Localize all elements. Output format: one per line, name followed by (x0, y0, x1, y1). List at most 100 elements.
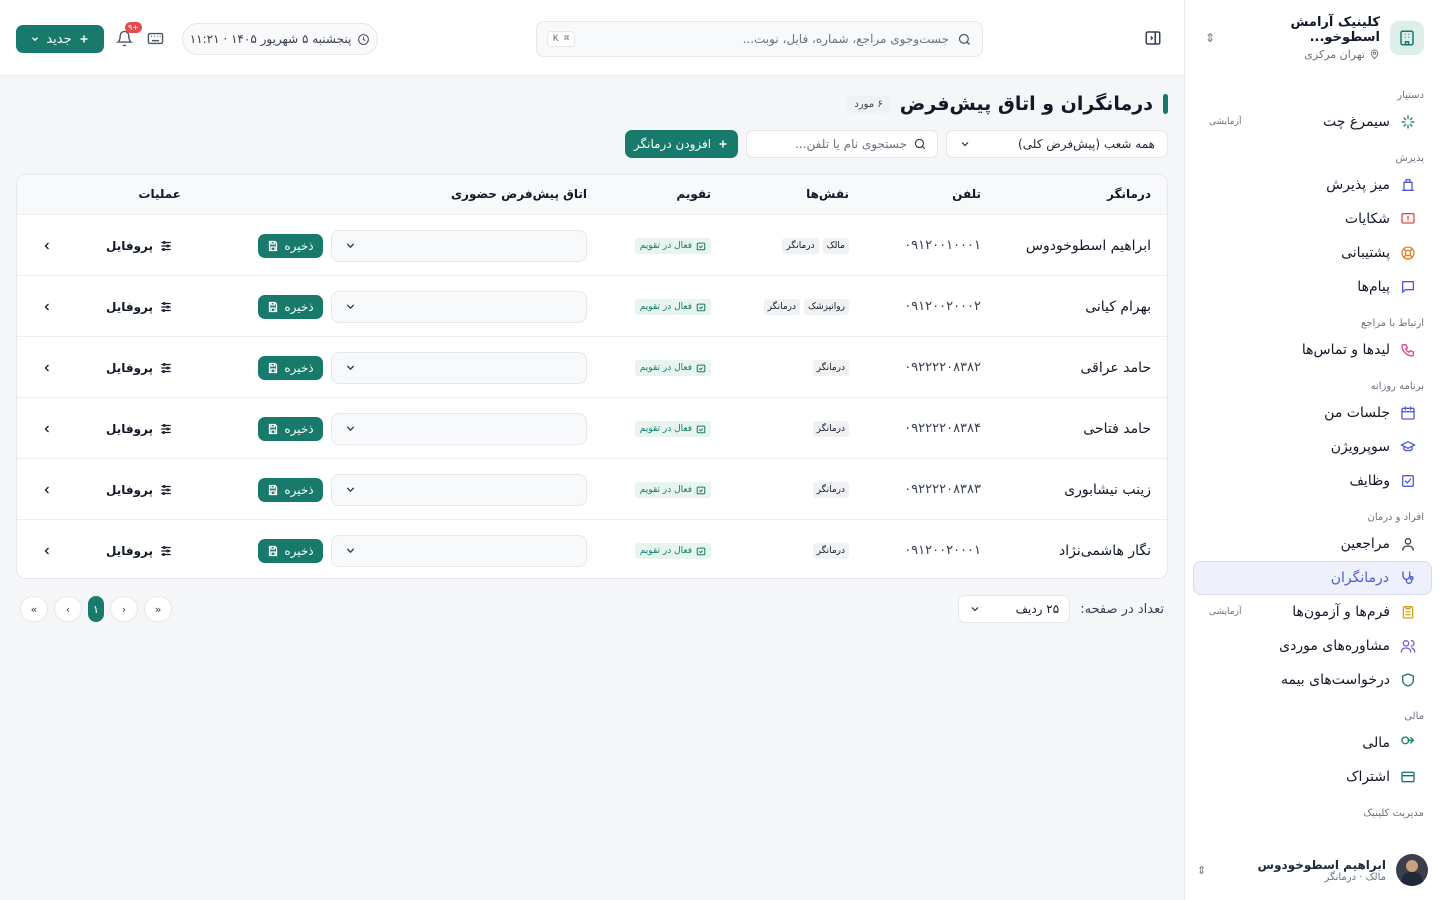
default-room-select[interactable] (331, 229, 587, 262)
calendar-cell: فعال در تقویم (634, 459, 711, 520)
save-button[interactable]: ذخیره (258, 477, 323, 502)
plus-icon (717, 138, 729, 150)
sidebar-item-tasks[interactable]: وظایف (1193, 464, 1432, 498)
default-room-select[interactable] (331, 412, 587, 445)
save-button[interactable]: ذخیره (258, 233, 323, 258)
next-page-button[interactable]: › (110, 596, 138, 622)
sidebar-item-supervision[interactable]: سوپرویژن (1193, 430, 1432, 464)
first-page-button[interactable]: « (20, 596, 48, 622)
therapist-search[interactable] (746, 130, 938, 158)
calendar-check-icon (696, 546, 706, 556)
row-expand-button[interactable] (41, 337, 53, 398)
sidebar-item-label: وظایف (1349, 473, 1390, 489)
global-search-input[interactable] (583, 32, 949, 46)
sidebar-item-sessions[interactable]: جلسات من (1193, 396, 1432, 430)
rows-per-page-select[interactable]: ۲۵ ردیف (958, 595, 1071, 623)
sidebar-item-subscription[interactable]: اشتراک (1193, 760, 1432, 794)
therapist-phone: ۰۹۲۲۲۲۰۸۳۸۳ (904, 482, 981, 497)
profile-link[interactable]: پروفایل (106, 398, 173, 459)
profile-link[interactable]: پروفایل (105, 520, 173, 578)
user-menu[interactable]: ابراهیم اسطوخودوس مالک · درمانگر ⇕ (1185, 852, 1440, 888)
therapist-phone: ۰۹۱۲۰۰۱۰۰۰۱ (904, 238, 981, 253)
checkbox-icon (1400, 473, 1416, 489)
save-label: ذخیره (284, 543, 314, 558)
branch-select[interactable]: همه شعب (پیش‌فرض کلی) (946, 130, 1168, 158)
profile-link[interactable]: پروفایل (106, 215, 173, 276)
sidebar-item-simorgh[interactable]: سیمرغ چت آزمایشی (1193, 105, 1432, 139)
chevron-down-icon (344, 239, 357, 252)
keyboard-shortcuts-button[interactable] (145, 28, 165, 48)
therapist-search-input[interactable] (757, 137, 907, 151)
notifications-button[interactable]: ۹+ (114, 22, 142, 48)
profile-link[interactable]: پروفایل (106, 276, 173, 337)
keyboard-icon (147, 30, 164, 47)
row-expand-button[interactable] (41, 276, 53, 337)
row-expand-button[interactable] (41, 459, 53, 520)
current-page[interactable]: ۱ (88, 596, 104, 622)
profile-link[interactable]: پروفایل (106, 337, 173, 398)
chevron-down-icon (344, 422, 357, 435)
sidebar-item-label: سوپرویژن (1330, 439, 1390, 455)
global-search[interactable]: ⌘ K (536, 21, 983, 57)
avatar (1396, 854, 1428, 886)
stethoscope-icon (1399, 570, 1415, 586)
calendar-status-badge: فعال در تقویم (634, 481, 711, 498)
sidebar-item-therapists[interactable]: درمانگران (1193, 561, 1432, 595)
save-button[interactable]: ذخیره (258, 294, 323, 319)
sidebar-item-complaints[interactable]: شکایات (1193, 202, 1432, 236)
sidebar-item-label: میز پذیرش (1326, 177, 1390, 193)
roles-cell: مالک درمانگر (782, 215, 849, 276)
sidebar-item-clients[interactable]: مراجعین (1193, 527, 1432, 561)
save-cell: ذخیره (258, 337, 323, 398)
clinic-switcher[interactable]: کلینیک آرامش اسطوخو... تهران مرکزی ⇕ (1185, 0, 1440, 76)
therapist-name: نگار هاشمی‌نژاد (1059, 542, 1151, 559)
sidebar-item-forms[interactable]: فرم‌ها و آزمون‌ها آزمایشی (1193, 595, 1432, 629)
sidebar-item-label: سیمرغ چت (1323, 114, 1390, 130)
datetime-display: پنجشنبه ۵ شهریور ۱۴۰۵ · ۱۱:۲۱ (182, 23, 378, 55)
sidebar-nav: دستیار سیمرغ چت آزمایشی پذیرش میز پذیرش شکایا… (1185, 84, 1440, 823)
row-expand-button[interactable] (41, 215, 53, 276)
default-room-select[interactable] (331, 290, 587, 323)
add-therapist-button[interactable]: افزودن درمانگر (625, 130, 738, 158)
default-room-select[interactable] (331, 351, 587, 384)
toggle-sidebar-button[interactable] (1144, 29, 1164, 49)
nav-section: ارتباط با مراجع لیدها و تماس‌ها (1185, 312, 1440, 367)
row-expand-button[interactable] (41, 398, 53, 459)
calendar-status-badge: فعال در تقویم (634, 359, 711, 376)
save-button[interactable]: ذخیره (258, 538, 323, 563)
save-button[interactable]: ذخیره (258, 355, 323, 380)
default-room-select[interactable] (331, 473, 587, 506)
profile-link[interactable]: پروفایل (106, 459, 173, 520)
row-expand-button[interactable] (41, 520, 53, 578)
calendar-check-icon (696, 363, 706, 373)
shield-icon (1400, 672, 1416, 688)
calendar-cell: فعال در تقویم (634, 520, 711, 578)
sidebar-item-label: درخواست‌های بیمه (1280, 672, 1390, 688)
sidebar-item-leads[interactable]: لیدها و تماس‌ها (1193, 333, 1432, 367)
sidebar-item-messages[interactable]: پیام‌ها (1193, 270, 1432, 304)
calendar-status-badge: فعال در تقویم (634, 420, 711, 437)
profile-label: پروفایل (105, 543, 153, 558)
sidebar-item-support[interactable]: پشتیبانی (1193, 236, 1432, 270)
add-therapist-label: افزودن درمانگر (633, 137, 712, 151)
sidebar-item-label: اشتراک (1346, 769, 1390, 785)
default-room-select[interactable] (331, 534, 587, 567)
chevron-down-icon (344, 544, 357, 557)
lifebuoy-icon (1400, 245, 1416, 261)
nav-section-title: برنامه روزانه (1370, 381, 1424, 392)
last-page-button[interactable]: » (144, 596, 172, 622)
sidebar-item-insurance[interactable]: درخواست‌های بیمه (1193, 663, 1432, 697)
sidebar-item-label: مشاوره‌های موردی (1279, 638, 1390, 654)
calendar-status-badge: فعال در تقویم (634, 298, 711, 315)
new-button[interactable]: جدید (16, 25, 104, 53)
chevron-up-down-icon: ⇕ (1197, 863, 1207, 877)
nav-section-title: مدیریت کلینیک (1363, 808, 1424, 819)
save-button[interactable]: ذخیره (258, 416, 323, 441)
chevron-right-icon: › (121, 602, 127, 616)
calendar-status-text: فعال در تقویم (639, 301, 692, 312)
app-root: کلینیک آرامش اسطوخو... تهران مرکزی ⇕ دست… (0, 0, 1440, 900)
sidebar-item-finance[interactable]: مالی (1193, 726, 1432, 760)
prev-page-button[interactable]: ‹ (54, 596, 82, 622)
sidebar-item-desk[interactable]: میز پذیرش (1193, 168, 1432, 202)
sidebar-item-case[interactable]: مشاوره‌های موردی (1193, 629, 1432, 663)
